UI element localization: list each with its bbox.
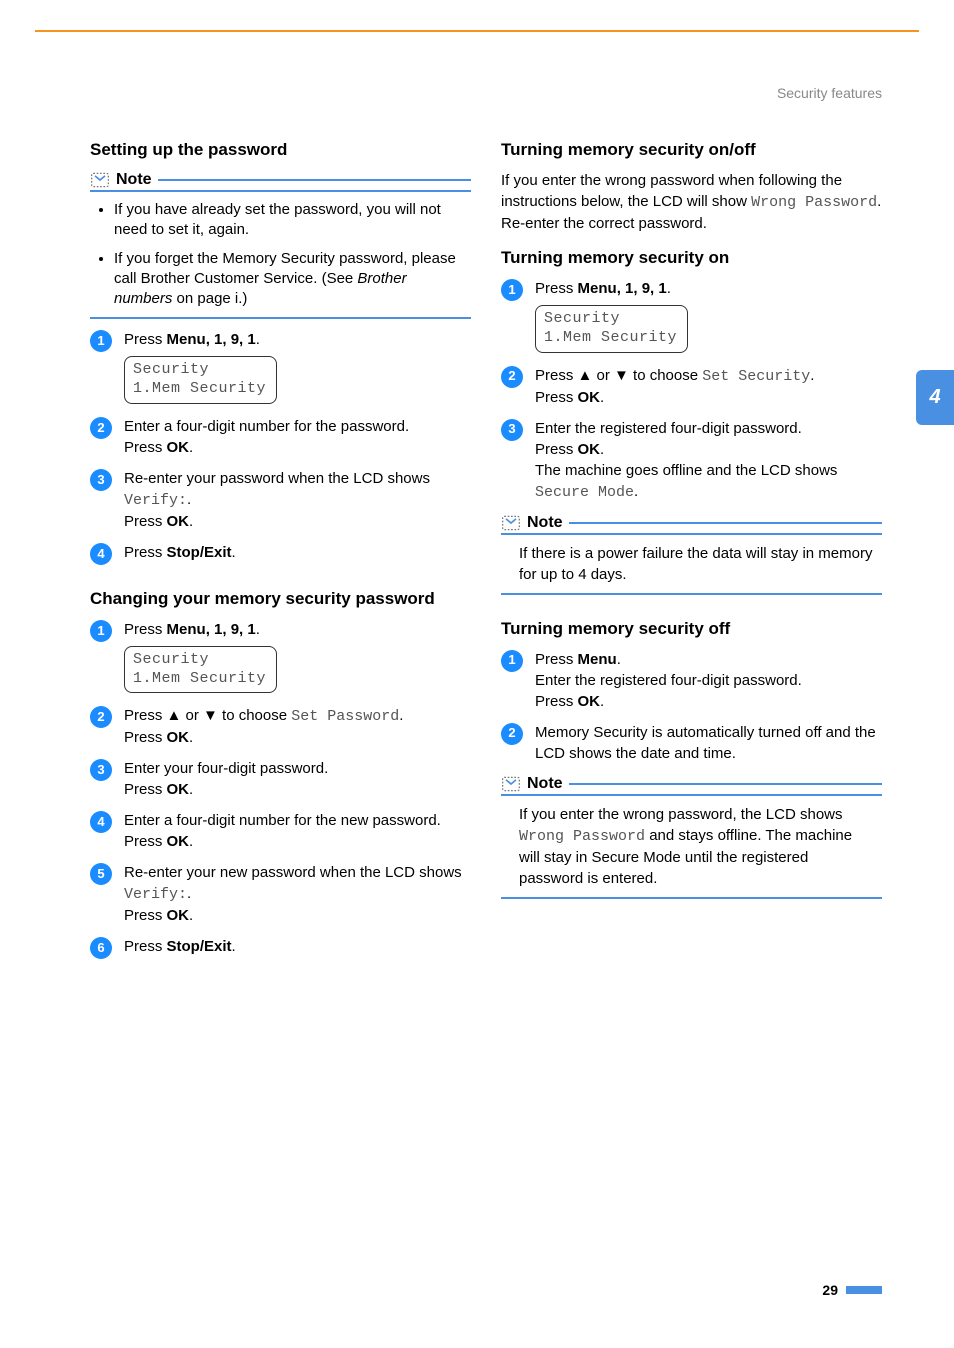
- step-4: 4 Press Stop/Exit.: [90, 542, 471, 565]
- note-block: Note If you have already set the passwor…: [90, 170, 471, 319]
- step-number-icon: 3: [90, 469, 112, 491]
- step-number-icon: 2: [501, 723, 523, 745]
- top-rule: [35, 30, 919, 32]
- note-icon: [90, 170, 110, 190]
- step-1: 1 Press Menu, 1, 9, 1. Security 1.Mem Se…: [501, 278, 882, 355]
- note-label: Note: [527, 775, 563, 793]
- step-2: 2 Enter a four-digit number for the pass…: [90, 416, 471, 458]
- step-number-icon: 3: [90, 759, 112, 781]
- step-1: 1 Press Menu, 1, 9, 1. Security 1.Mem Se…: [90, 619, 471, 696]
- step-number-icon: 1: [501, 279, 523, 301]
- heading-security-on: Turning memory security on: [501, 248, 882, 268]
- note-text: If there is a power failure the data wil…: [501, 543, 882, 585]
- step-4: 4 Enter a four-digit number for the new …: [90, 810, 471, 852]
- note-block: Note If there is a power failure the dat…: [501, 513, 882, 595]
- content: Setting up the password Note If you have…: [90, 140, 882, 969]
- step-number-icon: 1: [90, 620, 112, 642]
- step-number-icon: 2: [90, 706, 112, 728]
- heading-security-off: Turning memory security off: [501, 619, 882, 639]
- note-label: Note: [116, 171, 152, 189]
- step-1: 1 Press Menu, 1, 9, 1. Security 1.Mem Se…: [90, 329, 471, 406]
- lcd-display: Security 1.Mem Security: [535, 305, 688, 353]
- step-3: 3 Enter your four-digit password. Press …: [90, 758, 471, 800]
- step-number-icon: 4: [90, 543, 112, 565]
- step-5: 5 Re-enter your new password when the LC…: [90, 862, 471, 926]
- note-label: Note: [527, 514, 563, 532]
- page-footer: 29: [822, 1282, 882, 1298]
- note-text: If you enter the wrong password, the LCD…: [501, 804, 882, 889]
- step-3: 3 Enter the registered four-digit passwo…: [501, 418, 882, 503]
- heading-setting-password: Setting up the password: [90, 140, 471, 160]
- note-item: If you have already set the password, yo…: [114, 200, 469, 241]
- left-column: Setting up the password Note If you have…: [90, 140, 471, 969]
- step-number-icon: 5: [90, 863, 112, 885]
- step-3: 3 Re-enter your password when the LCD sh…: [90, 468, 471, 532]
- step-number-icon: 1: [501, 650, 523, 672]
- step-2: 2 Press ▲ or ▼ to choose Set Security. P…: [501, 365, 882, 408]
- page-number: 29: [822, 1282, 838, 1298]
- step-number-icon: 2: [90, 417, 112, 439]
- note-icon: [501, 774, 521, 794]
- footer-bar: [846, 1286, 882, 1294]
- lcd-display: Security 1.Mem Security: [124, 356, 277, 404]
- header-category: Security features: [777, 85, 882, 101]
- step-number-icon: 3: [501, 419, 523, 441]
- heading-toggle-security: Turning memory security on/off: [501, 140, 882, 160]
- lcd-display: Security 1.Mem Security: [124, 646, 277, 694]
- right-column: Turning memory security on/off If you en…: [501, 140, 882, 969]
- note-block: Note If you enter the wrong password, th…: [501, 774, 882, 899]
- chapter-tab: 4: [916, 370, 954, 425]
- heading-changing-password: Changing your memory security password: [90, 589, 471, 609]
- note-icon: [501, 513, 521, 533]
- step-2: 2 Press ▲ or ▼ to choose Set Password. P…: [90, 705, 471, 748]
- step-number-icon: 4: [90, 811, 112, 833]
- intro-paragraph: If you enter the wrong password when fol…: [501, 170, 882, 234]
- note-item: If you forget the Memory Security passwo…: [114, 249, 469, 310]
- step-number-icon: 2: [501, 366, 523, 388]
- step-1: 1 Press Menu. Enter the registered four-…: [501, 649, 882, 712]
- step-number-icon: 6: [90, 937, 112, 959]
- step-6: 6 Press Stop/Exit.: [90, 936, 471, 959]
- step-2: 2 Memory Security is automatically turne…: [501, 722, 882, 764]
- step-number-icon: 1: [90, 330, 112, 352]
